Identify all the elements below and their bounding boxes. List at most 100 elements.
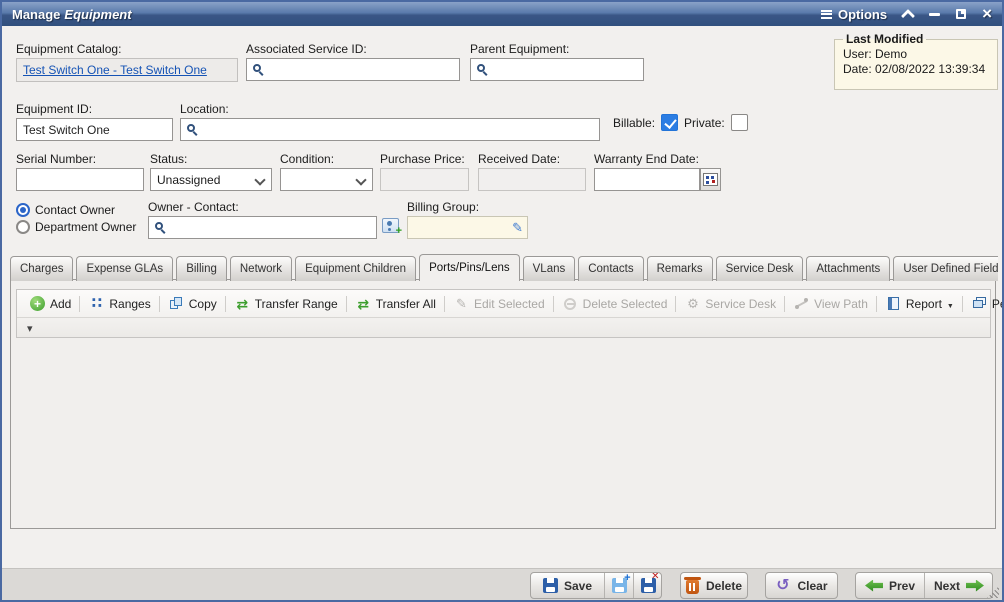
ranges-icon	[89, 296, 104, 311]
parent-equipment-input[interactable]	[470, 58, 644, 81]
department-owner-label: Department Owner	[35, 220, 136, 234]
options-button[interactable]: Options	[821, 7, 887, 22]
department-owner-option[interactable]: Department Owner	[16, 218, 136, 235]
tab-contacts[interactable]: Contacts	[578, 256, 643, 281]
toolbar-copy[interactable]: Copy	[160, 293, 226, 315]
save-button[interactable]: Save	[531, 573, 605, 598]
save-label: Save	[564, 579, 592, 593]
save-plus-icon	[612, 578, 627, 593]
toolbar-label: Delete Selected	[583, 297, 668, 311]
toolbar-transfer-all[interactable]: Transfer All	[347, 293, 445, 315]
private-checkbox[interactable]	[731, 114, 748, 131]
tab-expense-glas[interactable]: Expense GLAs	[76, 256, 173, 281]
service-desk-icon	[685, 296, 700, 311]
department-owner-radio[interactable]	[16, 220, 30, 234]
status-select[interactable]: Unassigned	[150, 168, 272, 191]
tab-attachments[interactable]: Attachments	[806, 256, 890, 281]
toolbar-label: Add	[50, 297, 71, 311]
toolbar-label: Edit Selected	[474, 297, 545, 311]
prev-next-button-group: Prev Next	[855, 572, 993, 599]
copy-icon	[169, 296, 184, 311]
add-contact-icon[interactable]	[382, 218, 399, 233]
equipment-catalog-link[interactable]: Test Switch One - Test Switch One	[23, 63, 207, 77]
search-icon	[154, 221, 167, 234]
tab-service-desk[interactable]: Service Desk	[716, 256, 804, 281]
toolbar-label: Perspectives	[992, 297, 1004, 311]
tab-network[interactable]: Network	[230, 256, 292, 281]
save-and-new-button[interactable]	[605, 573, 634, 598]
save-button-group: Save	[530, 572, 662, 599]
tab-vlans[interactable]: VLans	[523, 256, 576, 281]
billing-group-input[interactable]	[407, 216, 528, 239]
tab-ports-pins-lens[interactable]: Ports/Pins/Lens	[419, 254, 520, 281]
search-icon	[252, 63, 265, 76]
contact-owner-radio[interactable]	[16, 203, 30, 217]
search-icon	[476, 63, 489, 76]
private-label: Private:	[684, 116, 725, 130]
dropdown-arrow-icon	[947, 297, 954, 311]
next-arrow-icon	[966, 580, 984, 592]
clear-icon	[775, 578, 790, 593]
status-value: Unassigned	[157, 173, 220, 187]
warranty-end-date-input[interactable]	[594, 168, 700, 191]
parent-equipment-label: Parent Equipment:	[470, 42, 569, 56]
serial-number-label: Serial Number:	[16, 152, 96, 166]
condition-select[interactable]	[280, 168, 373, 191]
billable-checkbox[interactable]	[661, 114, 678, 131]
prev-button[interactable]: Prev	[856, 573, 925, 598]
toolbar-edit-selected: Edit Selected	[445, 293, 554, 315]
search-icon	[186, 123, 199, 136]
calendar-button[interactable]	[700, 168, 721, 191]
toolbar-delete-selected: Delete Selected	[554, 293, 677, 315]
last-modified-user: User: Demo	[843, 47, 989, 61]
serial-number-input[interactable]	[16, 168, 144, 191]
collapse-chevron-icon[interactable]	[901, 9, 915, 23]
toolbar-add[interactable]: Add	[21, 293, 80, 315]
toolbar-ranges[interactable]: Ranges	[80, 293, 159, 315]
save-close-icon	[641, 578, 656, 593]
toolbar-report[interactable]: Report	[877, 293, 963, 315]
purchase-price-input	[380, 168, 469, 191]
status-label: Status:	[150, 152, 187, 166]
minimize-icon[interactable]	[929, 13, 940, 16]
tab-remarks[interactable]: Remarks	[647, 256, 713, 281]
popout-icon[interactable]	[956, 9, 966, 19]
toolbar-label: Copy	[189, 297, 217, 311]
manage-equipment-window: Manage Equipment Options Equipment Catal…	[0, 0, 1004, 602]
next-button[interactable]: Next	[925, 573, 993, 598]
last-modified-legend: Last Modified	[843, 32, 926, 46]
delete-button[interactable]: Delete	[680, 572, 748, 599]
location-input[interactable]	[180, 118, 600, 141]
last-modified-date: Date: 02/08/2022 13:39:34	[843, 62, 989, 76]
tab-user-defined-fields[interactable]: User Defined Fields	[893, 256, 998, 281]
toolbar-overflow-icon[interactable]	[27, 321, 33, 335]
save-and-close-button[interactable]	[634, 573, 662, 598]
report-icon	[886, 296, 901, 311]
received-date-input	[478, 168, 586, 191]
toolbar-perspectives[interactable]: Perspectives	[963, 293, 1004, 315]
toolbar-label: Service Desk	[705, 297, 776, 311]
trash-icon	[686, 580, 699, 594]
window-title-emphasis: Equipment	[64, 7, 131, 22]
toolbar-label: View Path	[814, 297, 868, 311]
equipment-id-input[interactable]	[16, 118, 173, 141]
tab-equipment-children[interactable]: Equipment Children	[295, 256, 416, 281]
owner-contact-input[interactable]	[148, 216, 377, 239]
tab-charges[interactable]: Charges	[10, 256, 73, 281]
last-modified-panel: Last Modified User: Demo Date: 02/08/202…	[834, 32, 998, 90]
tab-billing[interactable]: Billing	[176, 256, 227, 281]
delete-label: Delete	[706, 579, 742, 593]
window-title: Manage	[12, 7, 60, 22]
options-list-icon	[821, 10, 832, 19]
toolbar-transfer-range[interactable]: Transfer Range	[226, 293, 347, 315]
prev-label: Prev	[889, 579, 915, 593]
clear-button[interactable]: Clear	[765, 572, 838, 599]
edit-pencil-icon[interactable]	[512, 220, 523, 236]
contact-owner-option[interactable]: Contact Owner	[16, 201, 136, 218]
received-date-label: Received Date:	[478, 152, 560, 166]
associated-service-id-input[interactable]	[246, 58, 460, 81]
toolbar-service-desk: Service Desk	[676, 293, 785, 315]
equipment-catalog-label: Equipment Catalog:	[16, 42, 121, 56]
prev-arrow-icon	[865, 580, 883, 592]
close-icon[interactable]	[982, 7, 992, 22]
